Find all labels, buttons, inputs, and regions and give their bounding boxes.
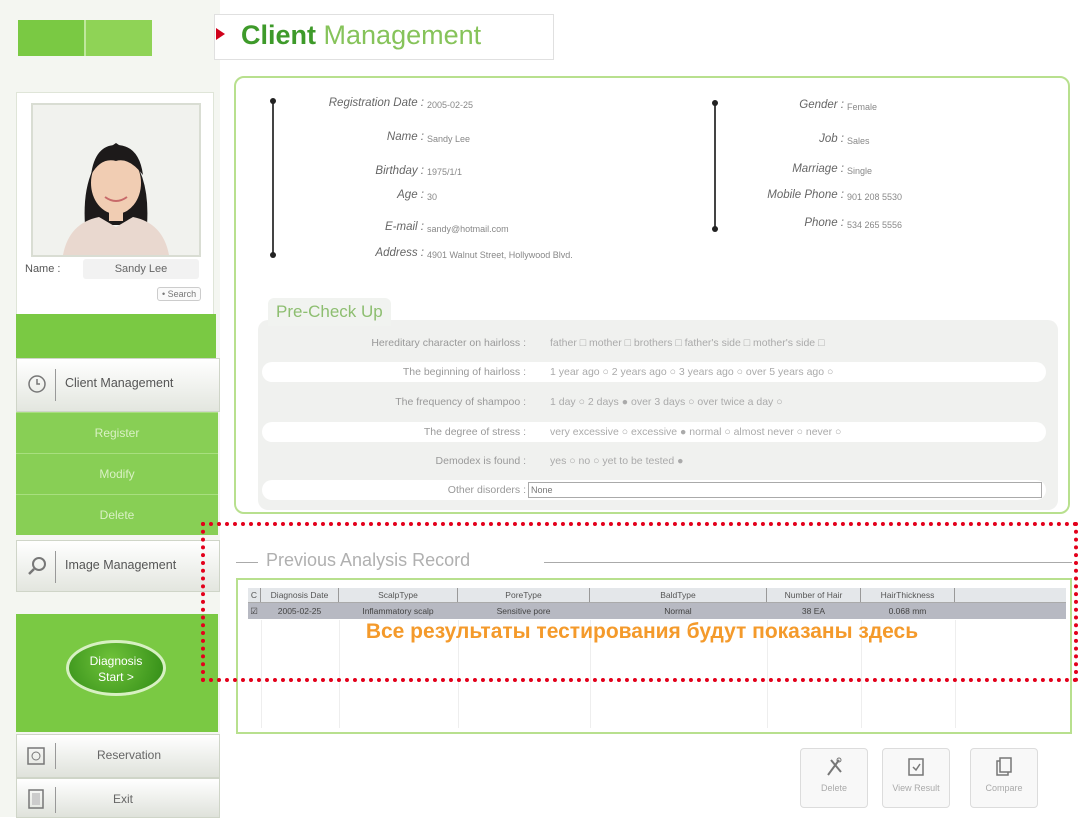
client-photo bbox=[31, 103, 201, 257]
exit-door-icon bbox=[28, 789, 44, 809]
line-dot bbox=[712, 100, 718, 106]
other-disorders-input[interactable]: None bbox=[528, 482, 1042, 498]
precheck-options[interactable]: yes ○ no ○ yet to be tested ● bbox=[550, 455, 683, 467]
name-field[interactable]: Sandy Lee bbox=[83, 259, 199, 279]
page-title-bold: Client bbox=[241, 20, 317, 50]
compare-icon bbox=[996, 757, 1012, 776]
menu-separator bbox=[55, 787, 56, 813]
gender-label: Gender : bbox=[799, 99, 844, 111]
calendar-icon bbox=[27, 747, 45, 765]
sidebar: Name : Sandy Lee • Search Client Managem… bbox=[0, 0, 220, 818]
job-value: Sales bbox=[847, 136, 870, 146]
line-dot bbox=[270, 252, 276, 258]
job-label: Job : bbox=[819, 133, 844, 145]
marriage-label: Marriage : bbox=[792, 163, 844, 175]
sidebar-item-client-management[interactable]: Client Management bbox=[16, 358, 220, 412]
exit-button[interactable]: Exit bbox=[16, 778, 220, 818]
precheck-question: The frequency of shampoo : bbox=[395, 396, 526, 408]
sidebar-subitem-modify[interactable]: Modify bbox=[16, 453, 218, 494]
precheck-question: Hereditary character on hairloss : bbox=[371, 337, 526, 349]
annotation-text: Все результаты тестирования будут показа… bbox=[365, 620, 919, 643]
reservation-label: Reservation bbox=[97, 748, 162, 762]
precheck-question: The beginning of hairloss : bbox=[402, 366, 526, 378]
view-result-icon bbox=[908, 758, 924, 776]
marriage-value: Single bbox=[847, 166, 873, 176]
profile-panel: Name : Sandy Lee • Search bbox=[16, 92, 214, 316]
age-label: Age : bbox=[397, 189, 424, 201]
delete-label: Delete bbox=[820, 783, 847, 793]
annotation-dotted-frame bbox=[201, 522, 1078, 682]
sidebar-green-spacer bbox=[16, 314, 216, 358]
diagnosis-label-line1: Diagnosis bbox=[89, 654, 143, 668]
sidebar-item-image-management[interactable]: Image Management bbox=[16, 540, 220, 592]
precheck-options[interactable]: father □ mother □ brothers □ father's si… bbox=[550, 337, 824, 349]
email-label: E-mail : bbox=[385, 221, 424, 233]
diagnosis-label-line2: Start > bbox=[98, 670, 134, 684]
other-disorders-label: Other disorders : bbox=[447, 484, 526, 496]
sidebar-item-label: Client Management bbox=[65, 376, 174, 390]
reservation-button[interactable]: Reservation bbox=[16, 734, 220, 778]
line-dot bbox=[270, 98, 276, 104]
mobile-phone-label: Mobile Phone : bbox=[767, 189, 844, 201]
client-portrait-image bbox=[33, 105, 199, 255]
address-value: 4901 Walnut Street, Hollywood Blvd. bbox=[427, 250, 573, 260]
precheck-title: Pre-Check Up bbox=[268, 298, 391, 326]
sidebar-subitem-register[interactable]: Register bbox=[16, 412, 218, 453]
birthday-label: Birthday : bbox=[375, 165, 424, 177]
diagnosis-start-button[interactable]: Diagnosis Start > bbox=[66, 640, 166, 696]
header-arrow-icon bbox=[216, 28, 225, 40]
menu-separator bbox=[55, 743, 56, 769]
right-column-line bbox=[714, 104, 716, 230]
delete-button[interactable]: Delete bbox=[800, 748, 868, 808]
exit-label: Exit bbox=[113, 792, 134, 806]
precheck-question: The degree of stress : bbox=[423, 426, 526, 438]
top-tab-bar[interactable] bbox=[18, 20, 152, 56]
name-label: Name : bbox=[25, 263, 61, 275]
registration-date-value: 2005-02-25 bbox=[427, 100, 474, 110]
tools-icon bbox=[827, 757, 842, 776]
view-result-button[interactable]: View Result bbox=[882, 748, 950, 808]
phone-label: Phone : bbox=[804, 217, 844, 229]
view-result-label: View Result bbox=[892, 783, 940, 793]
magnifier-icon bbox=[28, 557, 46, 575]
left-column-line bbox=[272, 102, 274, 254]
clock-icon bbox=[28, 375, 46, 393]
page-title-rest: Management bbox=[323, 20, 482, 50]
birthday-value: 1975/1/1 bbox=[427, 167, 463, 177]
phone-value: 534 265 5556 bbox=[847, 220, 903, 230]
age-value: 30 bbox=[427, 192, 438, 202]
line-dot bbox=[712, 226, 718, 232]
client-name-value: Sandy Lee bbox=[427, 134, 471, 144]
gender-value: Female bbox=[847, 102, 878, 112]
sidebar-item-label: Image Management bbox=[65, 558, 177, 572]
sidebar-subitem-delete[interactable]: Delete bbox=[16, 494, 218, 535]
precheck-options[interactable]: 1 day ○ 2 days ● over 3 days ○ over twic… bbox=[550, 396, 783, 408]
email-value: sandy@hotmail.com bbox=[427, 224, 509, 234]
name-field-label: Name : bbox=[386, 131, 424, 143]
top-tab-2[interactable] bbox=[84, 20, 152, 56]
address-label: Address : bbox=[375, 247, 424, 259]
search-button[interactable]: • Search bbox=[157, 287, 202, 301]
compare-label: Compare bbox=[985, 783, 1023, 793]
diagnosis-area: Diagnosis Start > bbox=[16, 614, 218, 732]
precheck-options[interactable]: very excessive ○ excessive ● normal ○ al… bbox=[550, 426, 841, 438]
page-title: Client Management bbox=[241, 20, 481, 51]
menu-separator bbox=[55, 369, 56, 401]
menu-separator bbox=[55, 551, 56, 583]
mobile-phone-value: 901 208 5530 bbox=[847, 192, 903, 202]
precheck-options[interactable]: 1 year ago ○ 2 years ago ○ 3 years ago ○… bbox=[550, 366, 833, 378]
compare-button[interactable]: Compare bbox=[970, 748, 1038, 808]
precheck-question: Demodex is found : bbox=[435, 455, 526, 467]
registration-date-label: Registration Date : bbox=[328, 97, 424, 109]
